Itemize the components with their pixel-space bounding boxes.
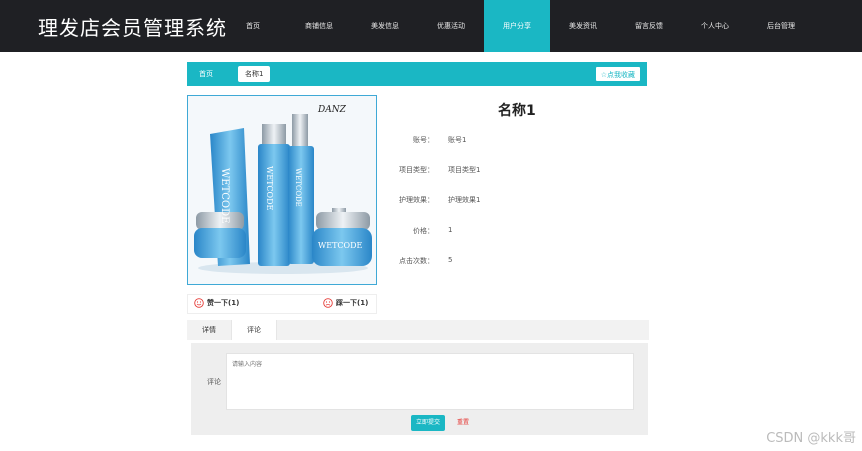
info-label: 点击次数： <box>399 257 434 265</box>
nav-profile[interactable]: 个人中心 <box>682 0 748 52</box>
reset-button[interactable]: 重置 <box>457 415 469 431</box>
top-navbar: 理发店会员管理系统 首页 商铺信息 美发信息 优惠活动 用户分享 美发资讯 留言… <box>0 0 862 52</box>
nav-user-share[interactable]: 用户分享 <box>484 0 550 52</box>
nav-shop-info[interactable]: 商铺信息 <box>286 0 352 52</box>
breadcrumb-current: 名称1 <box>238 66 271 82</box>
product-image: WETCODE WETCODE WETCODE WETCODE <box>187 95 377 285</box>
info-label: 账号： <box>413 136 434 144</box>
nav-promotions[interactable]: 优惠活动 <box>418 0 484 52</box>
nav-feedback[interactable]: 留言反馈 <box>616 0 682 52</box>
info-label: 项目类型： <box>399 166 434 174</box>
like-button[interactable]: 赞一下(1) <box>194 298 239 308</box>
info-label: 护理效果： <box>399 196 434 204</box>
comment-panel: 评论 立即提交 重置 <box>191 343 648 435</box>
vote-bar: 赞一下(1) 踩一下(1) <box>187 294 377 314</box>
info-value: 5 <box>448 256 453 264</box>
smile-icon <box>194 298 204 308</box>
brand-title: 理发店会员管理系统 <box>38 16 227 40</box>
comment-label: 评论 <box>207 378 221 386</box>
info-value: 账号1 <box>448 136 467 144</box>
product-title: 名称1 <box>498 103 536 119</box>
dislike-button[interactable]: 踩一下(1) <box>323 298 368 308</box>
nav-admin[interactable]: 后台管理 <box>748 0 814 52</box>
dislike-label: 踩一下(1) <box>336 299 369 307</box>
detail-tabs: 详情 评论 <box>187 320 649 340</box>
info-value: 项目类型1 <box>448 166 481 174</box>
comment-textarea[interactable] <box>226 353 634 410</box>
image-product-label: WETCODE <box>318 241 362 250</box>
image-product-label: WETCODE <box>294 168 302 207</box>
breadcrumb: 首页 名称1 ☆点我收藏 <box>187 62 647 86</box>
nav-home[interactable]: 首页 <box>220 0 286 52</box>
info-label: 价格： <box>413 227 434 235</box>
nav-hair-news[interactable]: 美发资讯 <box>550 0 616 52</box>
sad-face-icon <box>323 298 333 308</box>
skincare-products-illustration: WETCODE WETCODE WETCODE WETCODE <box>188 96 376 284</box>
like-label: 赞一下(1) <box>207 299 240 307</box>
info-value: 1 <box>448 226 453 234</box>
watermark: CSDN @kkk哥 <box>766 431 856 446</box>
submit-button[interactable]: 立即提交 <box>411 415 446 431</box>
breadcrumb-home[interactable]: 首页 <box>199 62 213 86</box>
info-value: 护理效果1 <box>448 196 481 204</box>
favorite-button[interactable]: ☆点我收藏 <box>594 66 641 82</box>
tab-details[interactable]: 详情 <box>187 320 231 340</box>
tab-comments[interactable]: 评论 <box>231 320 277 340</box>
image-product-label: WETCODE <box>219 168 230 223</box>
image-product-label: WETCODE <box>265 166 274 210</box>
main-nav: 首页 商铺信息 美发信息 优惠活动 用户分享 美发资讯 留言反馈 个人中心 后台… <box>220 0 814 52</box>
nav-hair-info[interactable]: 美发信息 <box>352 0 418 52</box>
brand-logo: DANZ <box>318 105 346 115</box>
